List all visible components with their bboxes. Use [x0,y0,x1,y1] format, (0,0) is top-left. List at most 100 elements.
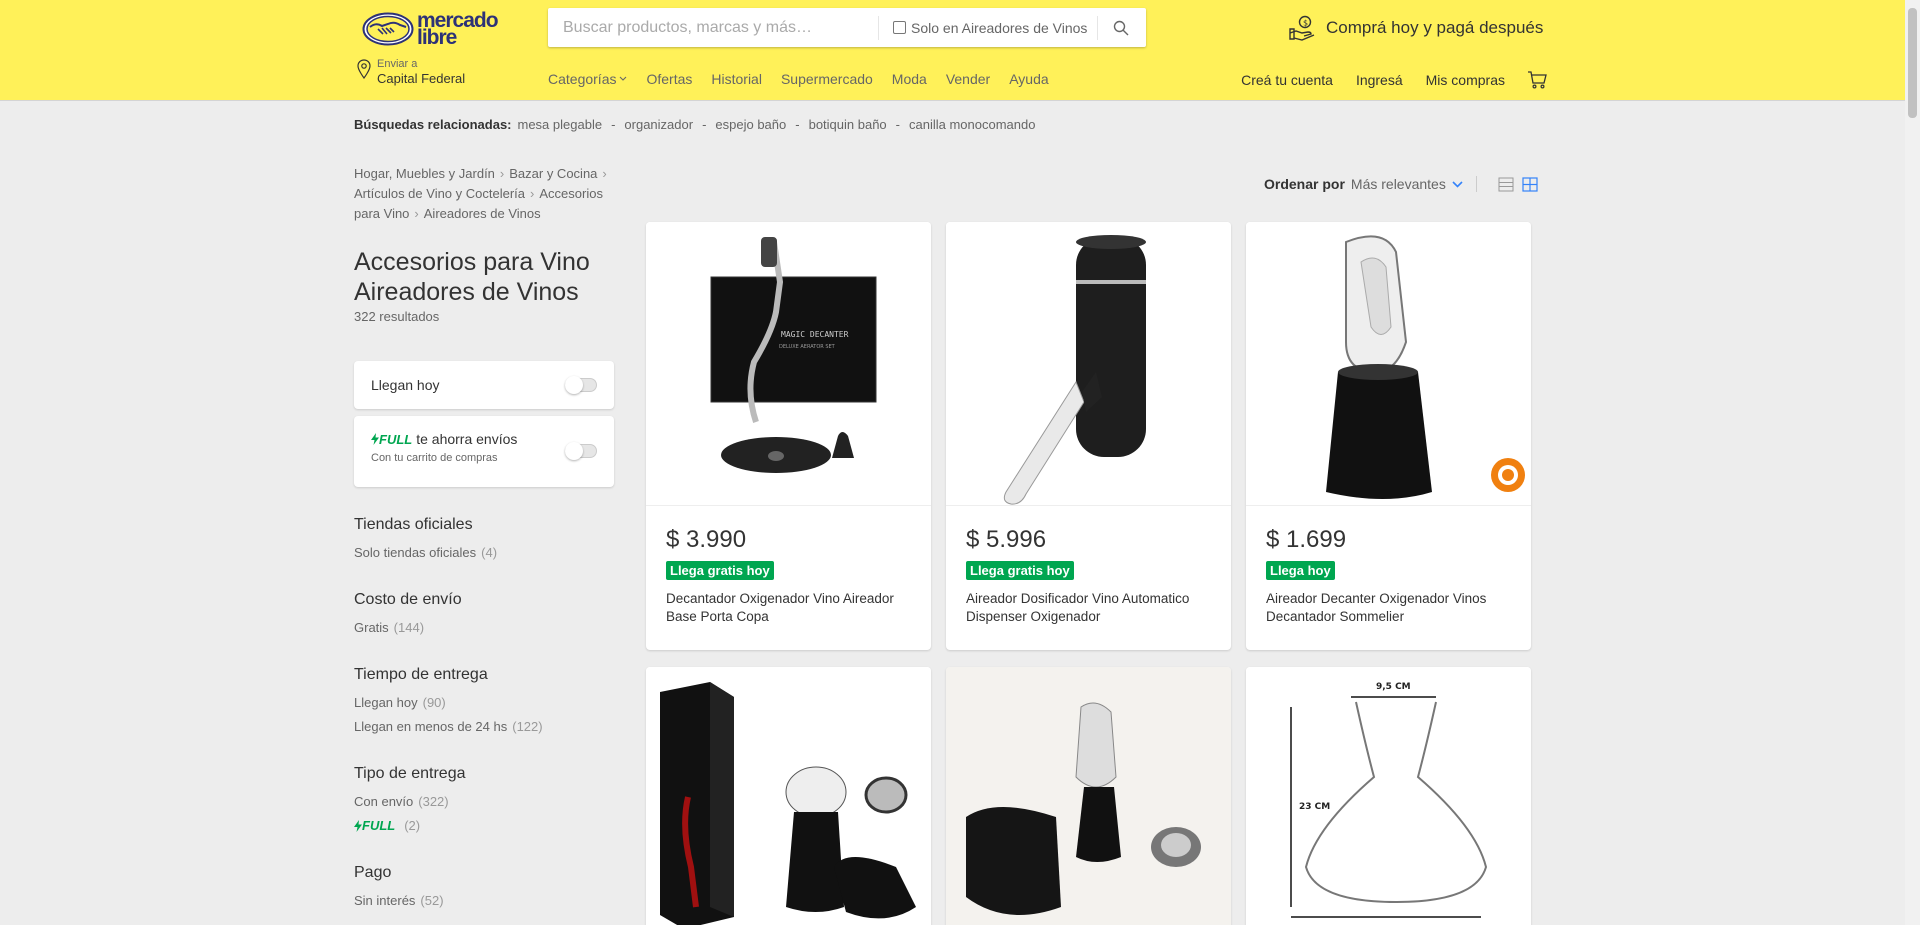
product-card[interactable] [646,667,931,925]
product-title[interactable]: Aireador Decanter Oxigenador Vinos Decan… [1266,590,1511,626]
user-nav: Creá tu cuenta Ingresá Mis compras [1218,71,1548,89]
results-count: 322 resultados [354,309,440,324]
full-row: FULL te ahorra envíos [371,416,597,447]
full-logo: FULL [354,817,395,835]
nav-historial[interactable]: Historial [711,71,762,87]
cart-button[interactable] [1527,71,1548,89]
product-image[interactable]: MAGIC DECANTER DELUXE AERATOR SET [646,222,931,506]
promo-banner[interactable]: $ Comprá hoy y pagá después [1288,13,1543,43]
filter-tipo-entrega: Tipo de entrega Con envío (322) FULL (2) [354,765,614,835]
filter-option-label: Llegan en menos de 24 hs [354,719,508,734]
search-button[interactable] [1097,15,1144,40]
related-item[interactable]: canilla monocomando [909,117,1035,132]
filter-option[interactable]: Gratis (144) [354,619,614,637]
related-item[interactable]: botiquin baño [809,117,887,132]
promo-text: Comprá hoy y pagá después [1326,18,1544,37]
filter-option[interactable]: Con envío (322) [354,793,614,811]
nav-vender[interactable]: Vender [946,71,990,87]
svg-text:$: $ [1303,19,1308,28]
product-image[interactable] [1246,222,1531,506]
search-input[interactable] [548,8,878,47]
product-title[interactable]: Decantador Oxigenador Vino Aireador Base… [666,590,911,626]
related-item[interactable]: mesa plegable [518,117,603,132]
decanter-set-image: MAGIC DECANTER DELUXE AERATOR SET [710,237,877,473]
login-link[interactable]: Ingresá [1356,72,1403,88]
nav-supermercado[interactable]: Supermercado [781,71,873,87]
dimension-height: 23 CM [1299,802,1330,812]
filter-option[interactable]: Llegan hoy (90) [354,694,614,712]
logo-wordmark: mercado libre [417,10,499,48]
scrollbar-thumb[interactable] [1908,8,1917,118]
filter-option-count: (2) [404,818,421,833]
breadcrumb-item[interactable]: Hogar, Muebles y Jardín [354,166,495,181]
nav-ofertas[interactable]: Ofertas [646,71,692,87]
filter-tiempo-entrega: Tiempo de entrega Llegan hoy (90) Llegan … [354,666,614,736]
list-view-button[interactable] [1498,177,1514,192]
my-purchases-link[interactable]: Mis compras [1426,72,1505,88]
lightning-icon [354,820,362,832]
filter-tiendas-oficiales: Tiendas oficiales Solo tiendas oficiales… [354,516,614,562]
related-label: Búsquedas relacionadas: [354,117,512,132]
breadcrumb-item[interactable]: Artículos de Vino y Coctelería [354,186,525,201]
chevron-down-icon [620,76,627,81]
related-separator: - [895,117,901,132]
page-title-line2: Aireadores de Vinos [354,278,579,306]
location-label: Enviar a [377,58,418,70]
cart-icon [1528,71,1547,89]
location-text: Enviar a Capital Federal [377,59,465,88]
sort-label: Ordenar por [1264,176,1345,192]
product-card[interactable]: $ 1.699 Llega hoy Aireador Decanter Oxig… [1246,222,1531,650]
product-card[interactable] [946,667,1231,925]
nav-label: Categorías [548,71,617,87]
nav-categorias[interactable]: Categorías [548,71,627,87]
product-card[interactable]: MAGIC DECANTER DELUXE AERATOR SET $ 3.99… [646,222,931,650]
magic-decanter-box-image [660,682,916,925]
grid-view-icon [1522,176,1538,192]
product-image[interactable] [646,667,931,925]
related-searches: Búsquedas relacionadas: mesa plegable - … [354,117,1035,132]
shipping-badge: Llega hoy [1266,561,1335,580]
breadcrumb-chevron-icon: › [414,206,419,221]
related-separator: - [795,117,800,132]
delivery-location[interactable]: Enviar a Capital Federal [357,59,465,88]
product-image[interactable] [946,222,1231,506]
product-image[interactable]: 9,5 CM 23 CM [1246,667,1531,925]
product-card[interactable]: $ 5.996 Llega gratis hoy Aireador Dosifi… [946,222,1231,650]
full-text: te ahorra envíos [416,431,518,447]
llegan-hoy-toggle-card[interactable]: Llegan hoy [354,361,614,409]
filter-option[interactable]: Solo tiendas oficiales (4) [354,544,614,562]
filter-option[interactable]: Sin interés (52) [354,892,614,910]
product-image[interactable] [946,667,1231,925]
related-item[interactable]: organizador [624,117,693,132]
location-value: Capital Federal [377,71,466,86]
page-scrollbar[interactable] [1905,0,1920,925]
llegan-hoy-switch[interactable] [565,376,597,394]
main-nav: Categorías Ofertas Historial Supermercad… [548,71,1068,87]
filter-costo-envio: Costo de envío Gratis (144) [354,591,614,637]
search-category-filter[interactable]: Solo en Aireadores de Vinos [878,15,1097,40]
search-filter-checkbox[interactable] [893,21,906,34]
related-item[interactable]: espejo baño [715,117,786,132]
product-card[interactable]: 9,5 CM 23 CM [1246,667,1531,925]
grid-view-button[interactable] [1522,176,1538,192]
automatic-dispenser-image [1003,235,1146,505]
filter-option[interactable]: Llegan en menos de 24 hs (122) [354,718,614,736]
mercadolibre-logo[interactable]: mercado libre [362,10,499,48]
create-account-link[interactable]: Creá tu cuenta [1241,72,1333,88]
aerator-stand-image [1326,235,1525,499]
full-toggle-card[interactable]: FULL te ahorra envíos Con tu carrito de … [354,416,614,487]
aerator-with-pouch-image [946,667,1231,925]
box-sublabel: DELUXE AERATOR SET [779,344,836,350]
filter-option-full[interactable]: FULL (2) [354,817,614,835]
full-switch[interactable] [565,442,597,460]
nav-moda[interactable]: Moda [892,71,927,87]
sort-dropdown[interactable]: Más relevantes [1351,176,1463,192]
nav-ayuda[interactable]: Ayuda [1009,71,1048,87]
product-title[interactable]: Aireador Dosificador Vino Automatico Dis… [966,590,1211,626]
handshake-logo-icon [362,12,414,45]
breadcrumb-item[interactable]: Aireadores de Vinos [424,206,541,221]
page-title-line1: Accesorios para Vino [354,248,590,276]
breadcrumb-item[interactable]: Bazar y Cocina [509,166,597,181]
search-bar: Solo en Aireadores de Vinos [548,8,1146,47]
product-info: $ 3.990 Llega gratis hoy Decantador Oxig… [646,506,931,626]
